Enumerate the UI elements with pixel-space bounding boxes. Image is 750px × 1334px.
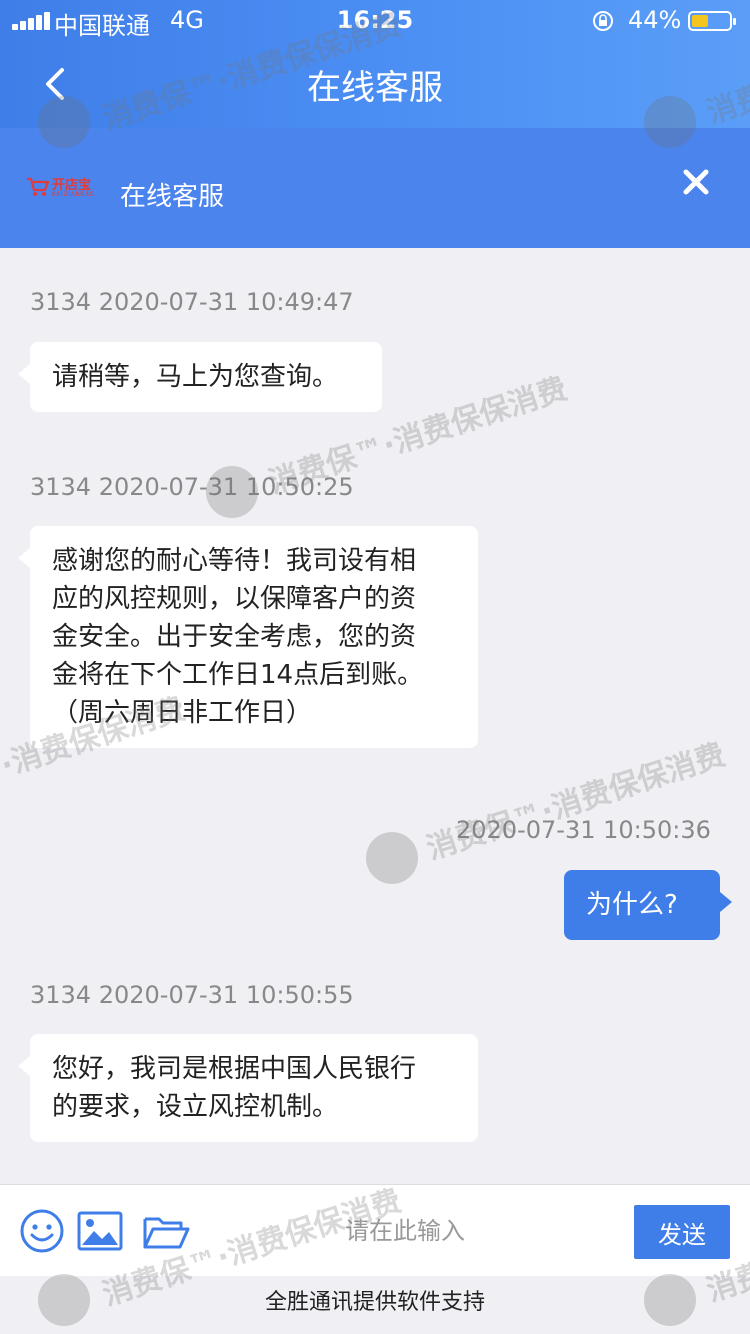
footer-credit: 全胜通讯提供软件支持 (0, 1276, 750, 1334)
message-bubble: 感谢您的耐心等待！我司设有相 应的风控规则，以保障客户的资 金安全。出于安全考虑… (18, 526, 478, 748)
input-bar: 发送 (0, 1184, 750, 1276)
message-line: 金安全。出于安全考虑，您的资 (52, 622, 417, 652)
top-bar: 中国联通 4G 16:25 44% 在线客服 (0, 0, 750, 128)
message-line: （周六周日非工作日） (52, 698, 313, 728)
battery-icon (688, 11, 736, 31)
message-timestamp: 2020-07-31 10:50:36 (456, 816, 711, 844)
cart-icon (27, 177, 50, 196)
message-bubble: 请稍等，马上为您查询。 (18, 342, 382, 412)
emoji-icon[interactable] (18, 1207, 66, 1255)
message-bubble-outgoing: 为什么? (564, 870, 732, 940)
message-input[interactable] (200, 1199, 610, 1263)
battery-percent: 44% (628, 6, 682, 34)
page-title: 在线客服 (307, 68, 443, 108)
rotation-lock-icon (593, 11, 613, 31)
image-icon[interactable] (76, 1207, 124, 1255)
message-timestamp: 3134 2020-07-31 10:50:55 (30, 981, 354, 1009)
chat-area[interactable]: 3134 2020-07-31 10:49:47 请稍等，马上为您查询。 313… (0, 248, 750, 1184)
message-line: 应的风控规则，以保障客户的资 (52, 584, 417, 614)
message-line: 您好，我司是根据中国人民银行 (52, 1054, 417, 1084)
battery-fill (692, 15, 708, 27)
send-button[interactable]: 发送 (634, 1205, 730, 1259)
message-bubble: 您好，我司是根据中国人民银行 的要求，设立风控机制。 (18, 1034, 478, 1142)
status-bar: 中国联通 4G 16:25 44% (0, 0, 750, 40)
message-line: 感谢您的耐心等待！我司设有相 (52, 546, 417, 576)
kaidianbao-logo: 开店宝 KAIDIANBAO (26, 174, 98, 204)
message-line: 的要求，设立风控机制。 (52, 1092, 339, 1122)
logo-subtext: KAIDIANBAO (52, 191, 95, 198)
message-timestamp: 3134 2020-07-31 10:50:25 (30, 473, 354, 501)
message-line: 金将在下个工作日14点后到账。 (52, 660, 424, 690)
close-icon[interactable] (682, 168, 710, 196)
service-header: 开店宝 KAIDIANBAO 在线客服 (0, 128, 750, 248)
service-title: 在线客服 (120, 182, 225, 212)
message-timestamp: 3134 2020-07-31 10:49:47 (30, 288, 354, 316)
folder-icon[interactable] (142, 1207, 190, 1255)
